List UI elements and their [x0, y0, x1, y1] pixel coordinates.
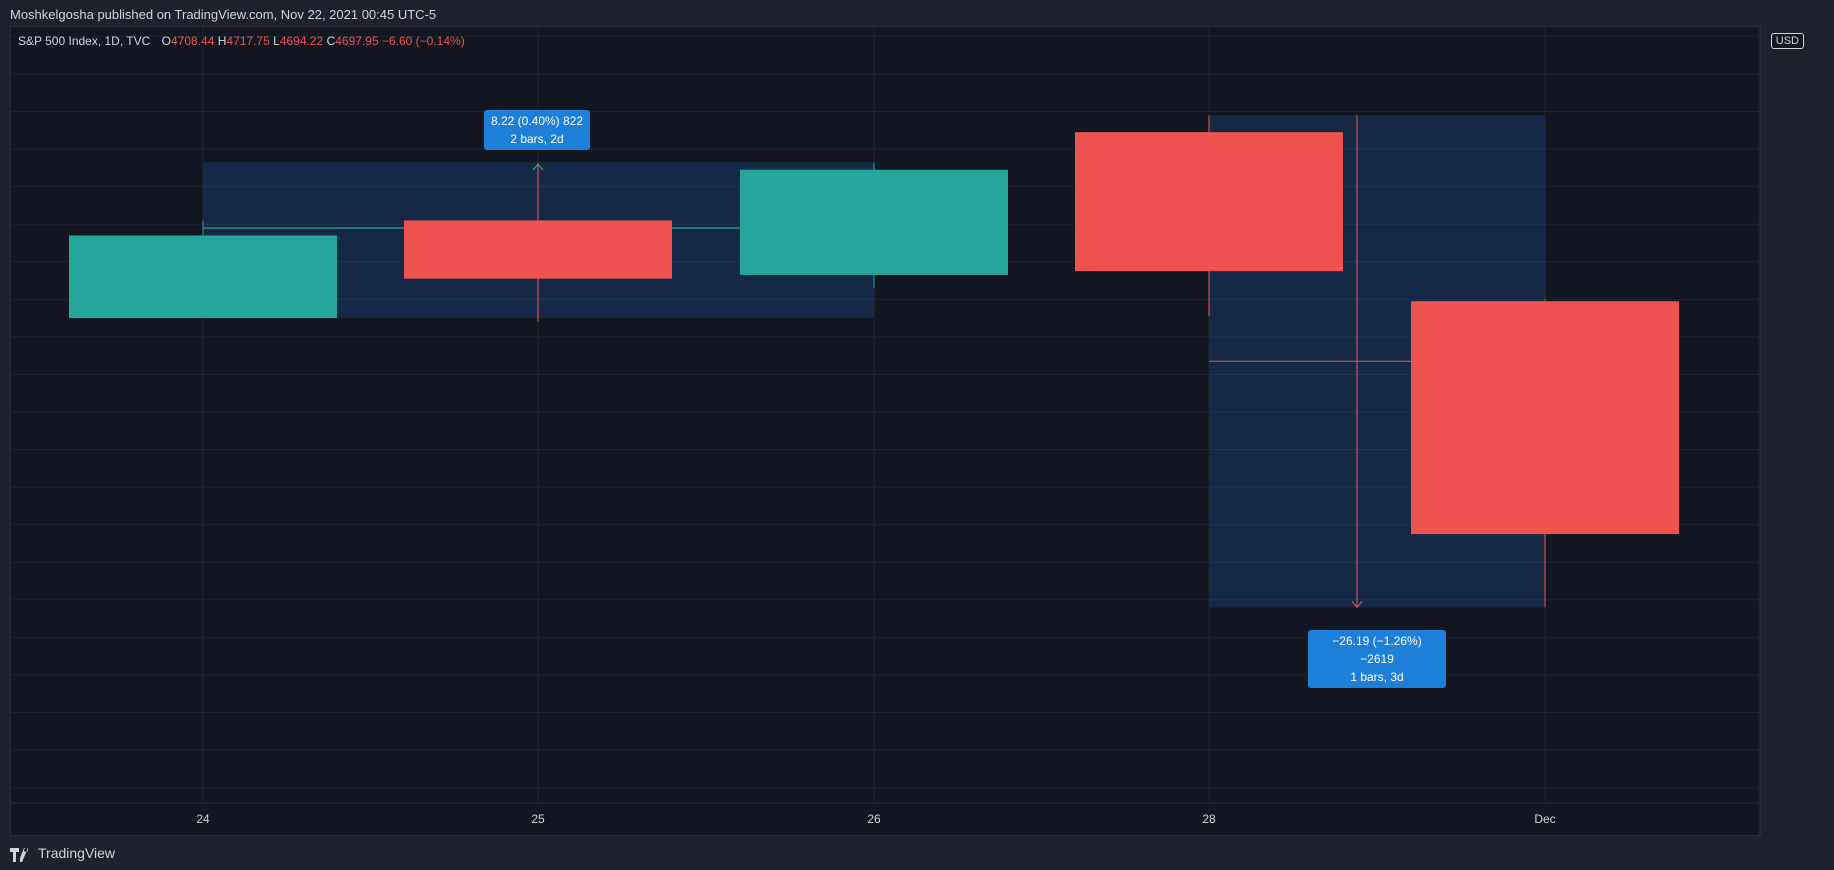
measure-up-line1: 8.22 (0.40%) 822: [490, 114, 584, 128]
x-tick-label: 25: [531, 812, 545, 826]
currency-badge[interactable]: USD: [1770, 33, 1804, 49]
ohlc-legend: S&P 500 Index, 1D, TVC O4708.44 H4717.75…: [18, 34, 465, 48]
close-value: 4697.95: [335, 34, 379, 48]
measure-up-line2: 2 bars, 2d: [510, 132, 564, 146]
symbol-label[interactable]: S&P 500 Index, 1D, TVC: [18, 34, 150, 48]
x-tick-label: Dec: [1534, 812, 1555, 826]
tradingview-brand[interactable]: TradingView: [38, 842, 115, 864]
chart-panel[interactable]: 2040.002042.002044.002046.002048.002050.…: [10, 26, 1762, 837]
x-tick-label: 28: [1202, 812, 1216, 826]
x-tick-label: 24: [196, 812, 210, 826]
open-label: O: [161, 34, 171, 48]
measure-down-line1: −26.19 (−1.26%) −2619: [1332, 634, 1422, 666]
candle-body-down: [1411, 301, 1679, 535]
tradingview-logo-icon: [10, 846, 32, 862]
tradingview-footer: TradingView: [10, 842, 115, 864]
change-value: −6.60 (−0.14%): [381, 34, 465, 48]
candle-body-down: [1075, 132, 1343, 272]
measure-label-up: 8.22 (0.40%) 822 2 bars, 2d: [484, 110, 590, 150]
candle-body-up: [740, 169, 1008, 275]
measure-down-line2: 1 bars, 3d: [1350, 670, 1404, 684]
close-label: C: [326, 34, 336, 48]
low-value: 4694.22: [279, 34, 324, 48]
x-tick-label: 26: [867, 812, 881, 826]
open-value: 4708.44: [171, 34, 215, 48]
candle-body-up: [69, 235, 337, 319]
candle-body-down: [404, 220, 672, 279]
high-value: 4717.75: [226, 34, 270, 48]
low-label: L: [273, 34, 280, 48]
measure-label-down: −26.19 (−1.26%) −2619 1 bars, 3d: [1308, 630, 1446, 688]
candlestick-chart[interactable]: 2040.002042.002044.002046.002048.002050.…: [11, 27, 1762, 837]
publisher-caption: Moshkelgosha published on TradingView.co…: [10, 7, 437, 22]
